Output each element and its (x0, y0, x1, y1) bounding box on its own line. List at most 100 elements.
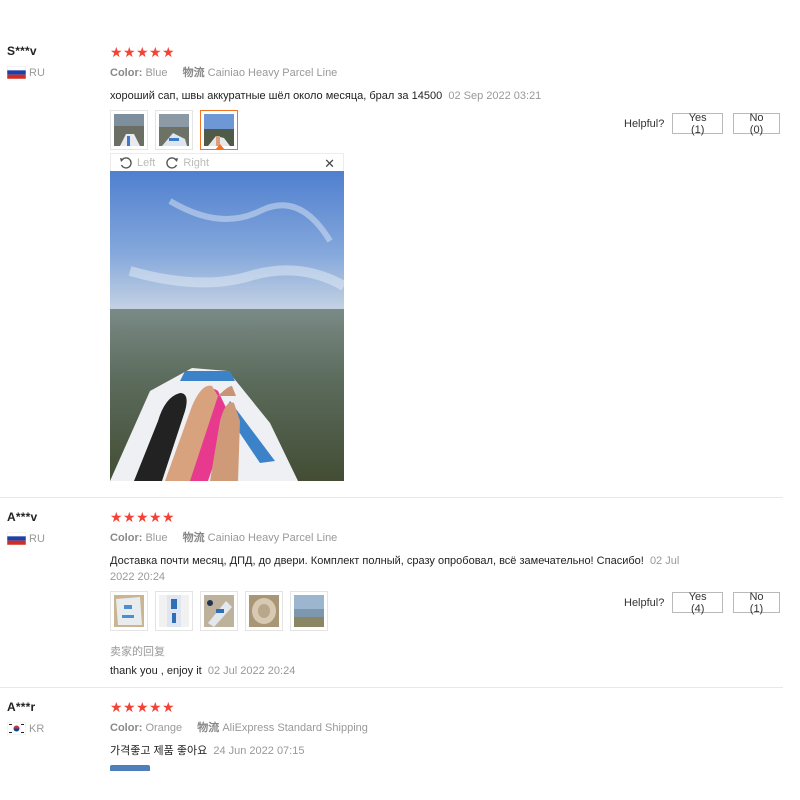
review-photo-thumb[interactable] (110, 110, 148, 150)
review-photos (110, 591, 710, 631)
review-content: ★ ★ ★ ★ ★ Color: Orange 物流 AliExpress Standa… (110, 700, 710, 771)
review-date: 24 Jun 2022 07:15 (213, 745, 305, 757)
review-user: A***r KR (7, 700, 44, 735)
star-icon: ★ (149, 44, 162, 60)
review-photo-thumb[interactable] (155, 110, 193, 150)
photo-viewer-toolbar: Left Right ✕ (110, 153, 344, 171)
photo-image (114, 595, 144, 627)
review-divider (0, 497, 783, 498)
seller-reply-body: thank you , enjoy it (110, 665, 202, 677)
flag-ru-icon (7, 532, 26, 545)
user-country: KR (7, 722, 44, 735)
star-rating: ★ ★ ★ ★ ★ (110, 45, 710, 59)
close-icon[interactable]: ✕ (324, 156, 335, 172)
review-meta: Color: Orange 物流 AliExpress Standard Shi… (110, 719, 710, 735)
review-photo-thumb[interactable] (200, 591, 238, 631)
review-photo-thumb[interactable] (110, 765, 150, 771)
review-content: ★ ★ ★ ★ ★ Color: Blue 物流 Cainiao Heavy Parce… (110, 510, 710, 677)
photo-image (204, 595, 234, 627)
flag-ru-icon (7, 66, 26, 79)
color-value: Blue (145, 532, 168, 544)
review-divider (0, 687, 783, 688)
review-user: S***v RU (7, 44, 45, 79)
user-name: A***r (7, 700, 36, 714)
rotate-left-button[interactable]: Left (119, 156, 155, 170)
star-icon: ★ (123, 699, 136, 715)
helpful-yes-button[interactable]: Yes (4) (672, 591, 724, 615)
helpful-vote: Helpful? Yes (4) No (1) (624, 591, 790, 615)
photo-image (114, 114, 144, 146)
rotate-left-icon (120, 156, 132, 169)
flag-kr-icon (7, 722, 26, 735)
photo-image (294, 595, 324, 627)
color-label: Color: (110, 532, 143, 544)
star-icon: ★ (110, 44, 123, 60)
color-value: Orange (145, 722, 183, 734)
user-country: RU (7, 66, 45, 79)
photo-image (159, 595, 189, 627)
star-icon: ★ (136, 699, 149, 715)
review-text: хороший сап, швы аккуратные шёл около ме… (110, 88, 700, 104)
review-photo-thumb[interactable] (290, 591, 328, 631)
shipping-label: 物流 (182, 67, 205, 79)
helpful-yes-button[interactable]: Yes (1) (672, 112, 724, 136)
star-icon: ★ (162, 509, 175, 525)
user-name: A***v (7, 510, 38, 524)
review-photo-thumb[interactable] (155, 591, 193, 631)
review-text: 가격좋고 제품 좋아요 24 Jun 2022 07:15 (110, 743, 700, 759)
review-body: 가격좋고 제품 좋아요 (110, 745, 208, 757)
rotate-left-label: Left (137, 156, 156, 169)
rotate-right-button[interactable]: Right (165, 156, 209, 170)
star-icon: ★ (149, 509, 162, 525)
helpful-no-button[interactable]: No (1) (733, 591, 780, 615)
shipping-value: Cainiao Heavy Parcel Line (207, 532, 338, 544)
review-body: хороший сап, швы аккуратные шёл около ме… (110, 90, 443, 102)
review-photo-thumb-active[interactable] (200, 110, 238, 150)
star-icon: ★ (123, 44, 136, 60)
shipping-value: Cainiao Heavy Parcel Line (207, 67, 338, 79)
star-icon: ★ (110, 509, 123, 525)
helpful-label: Helpful? (624, 596, 665, 609)
seller-reply: thank you , enjoy it 02 Jul 2022 20:24 (110, 665, 710, 677)
photo-viewer-image (110, 171, 344, 481)
rotate-right-label: Right (183, 156, 210, 169)
shipping-label: 物流 (182, 532, 205, 544)
user-country: RU (7, 532, 45, 545)
review-text: Доставка почти месяц, ДПД, до двери. Ком… (110, 553, 695, 585)
review-photos (110, 765, 710, 771)
review-meta: Color: Blue 物流 Cainiao Heavy Parcel Line (110, 64, 710, 80)
helpful-vote: Helpful? Yes (1) No (0) (624, 112, 790, 136)
user-name: S***v (7, 44, 37, 58)
review-photo-thumb[interactable] (110, 591, 148, 631)
review-content: ★ ★ ★ ★ ★ Color: Blue 物流 Cainiao Heavy Parce… (110, 45, 710, 150)
rotate-right-icon (166, 156, 179, 169)
seller-reply-label: 卖家的回复 (110, 646, 165, 658)
review-body: Доставка почти месяц, ДПД, до двери. Ком… (110, 555, 644, 567)
photo-viewer: Left Right ✕ (110, 153, 344, 481)
country-code: KR (29, 722, 45, 735)
helpful-no-button[interactable]: No (0) (733, 112, 780, 136)
review-date: 02 Sep 2022 03:21 (448, 90, 542, 102)
star-rating: ★ ★ ★ ★ ★ (110, 700, 710, 714)
country-code: RU (29, 532, 45, 545)
star-icon: ★ (110, 699, 123, 715)
review-photos (110, 110, 710, 150)
color-label: Color: (110, 722, 143, 734)
star-icon: ★ (136, 44, 149, 60)
color-value: Blue (145, 67, 168, 79)
star-icon: ★ (149, 699, 162, 715)
photo-image (159, 114, 189, 146)
star-icon: ★ (162, 699, 175, 715)
seller-reply-date: 02 Jul 2022 20:24 (207, 665, 296, 677)
country-code: RU (29, 66, 45, 79)
shipping-value: AliExpress Standard Shipping (222, 722, 368, 734)
photo-image (204, 114, 234, 146)
review-photo-thumb[interactable] (245, 591, 283, 631)
review-meta: Color: Blue 物流 Cainiao Heavy Parcel Line (110, 529, 710, 545)
star-rating: ★ ★ ★ ★ ★ (110, 510, 710, 524)
star-icon: ★ (162, 44, 175, 60)
photo-image (249, 595, 279, 627)
star-icon: ★ (136, 509, 149, 525)
star-icon: ★ (123, 509, 136, 525)
color-label: Color: (110, 67, 143, 79)
